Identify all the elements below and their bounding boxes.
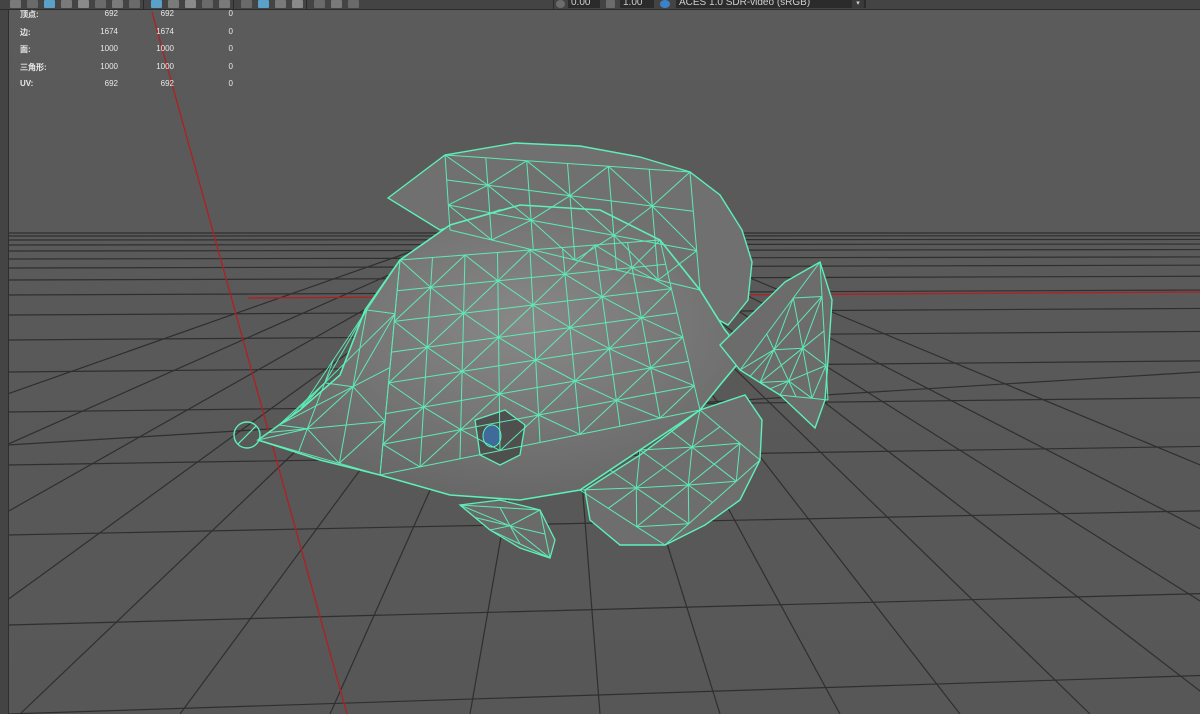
color-management-icon[interactable] xyxy=(660,0,670,8)
shadow-icon[interactable] xyxy=(258,0,269,8)
grid-toggle-icon[interactable] xyxy=(168,0,179,8)
hud-value-total: 1000 xyxy=(156,44,174,53)
hud-value-extra: 0 xyxy=(228,9,233,18)
hud-value-selected: 1000 xyxy=(100,44,118,53)
texture-icon[interactable] xyxy=(219,0,230,8)
hud-value-extra: 0 xyxy=(228,26,233,36)
wire-edge xyxy=(463,284,465,314)
hud-label: 三角形: xyxy=(20,62,47,72)
hud-row: 边: 1674 1674 0 xyxy=(20,27,250,45)
select-tool-icon[interactable] xyxy=(10,0,21,8)
wire-edge xyxy=(460,400,462,430)
grid-line xyxy=(7,674,1200,714)
paint-select-icon[interactable] xyxy=(44,0,55,8)
hud-value-total: 692 xyxy=(160,79,174,88)
hud-label: UV: xyxy=(20,79,34,88)
hud-label: 边: xyxy=(20,27,31,37)
hud-label: 面: xyxy=(20,45,31,54)
hud-value-total: 1000 xyxy=(156,61,174,71)
hud-value-extra: 0 xyxy=(228,79,233,88)
lasso-icon[interactable] xyxy=(27,0,38,8)
hud-value-selected: 1674 xyxy=(100,26,118,36)
scale-icon[interactable] xyxy=(95,0,106,8)
hud-row: 三角形: 1000 1000 0 xyxy=(20,62,250,80)
hud-value-selected: 692 xyxy=(104,9,118,18)
hud-value-extra: 0 xyxy=(228,61,233,71)
rotate-icon[interactable] xyxy=(78,0,89,8)
scene-canvas[interactable] xyxy=(0,0,1200,714)
safe-action-icon[interactable] xyxy=(348,0,359,8)
fish-eye xyxy=(482,424,502,448)
exposure-icon[interactable] xyxy=(556,0,565,8)
fish-mesh[interactable] xyxy=(233,142,833,559)
pivot-locator-cross xyxy=(237,425,257,445)
gamma-field[interactable]: 1.00 xyxy=(620,0,654,8)
wireframe-icon[interactable] xyxy=(185,0,196,8)
wire-edge xyxy=(460,371,463,401)
grid-line xyxy=(7,593,1200,626)
toolbar-separator xyxy=(233,0,234,9)
camera-icon[interactable] xyxy=(151,0,162,8)
hud-row: UV: 692 692 0 xyxy=(20,79,250,97)
toolbar-separator xyxy=(143,0,144,9)
gamma-icon[interactable] xyxy=(606,0,615,8)
poly-count-hud: 顶点: 692 692 0 边: 1674 1674 0 面: 1000 1000 0 三角形: 1000… xyxy=(20,9,250,97)
xray-icon[interactable] xyxy=(292,0,303,8)
film-gate-icon[interactable] xyxy=(331,0,342,8)
3d-viewport[interactable] xyxy=(0,0,1200,714)
wire-edge xyxy=(459,429,462,459)
isolate-icon[interactable] xyxy=(275,0,286,8)
move-icon[interactable] xyxy=(61,0,72,8)
exposure-field[interactable]: 0.00 xyxy=(568,0,600,8)
hud-row: 顶点: 692 692 0 xyxy=(20,9,250,27)
smooth-shade-icon[interactable] xyxy=(202,0,213,8)
wire-edge xyxy=(687,484,690,524)
chevron-down-icon[interactable]: ▾ xyxy=(852,0,864,8)
hud-value-selected: 692 xyxy=(104,79,118,88)
color-space-dropdown[interactable]: ACES 1.0 SDR-video (sRGB) xyxy=(676,0,866,8)
hud-value-extra: 0 xyxy=(228,44,233,53)
wire-edge xyxy=(462,313,465,343)
light-icon[interactable] xyxy=(241,0,252,8)
hud-row: 面: 1000 1000 0 xyxy=(20,44,250,62)
hud-value-total: 692 xyxy=(160,9,174,18)
universal-manip-icon[interactable] xyxy=(112,0,123,8)
wire-edge xyxy=(463,254,466,285)
hud-value-total: 1674 xyxy=(156,26,174,36)
resolution-gate-icon[interactable] xyxy=(314,0,325,8)
toolbar-separator xyxy=(553,0,554,9)
pelvic-fin xyxy=(458,499,556,559)
panel-left-border xyxy=(0,0,9,714)
toolbar-separator xyxy=(306,0,307,9)
hud-label: 顶点: xyxy=(20,10,39,19)
hud-value-selected: 1000 xyxy=(100,61,118,71)
soft-select-icon[interactable] xyxy=(129,0,140,8)
z-axis-line xyxy=(151,11,348,714)
